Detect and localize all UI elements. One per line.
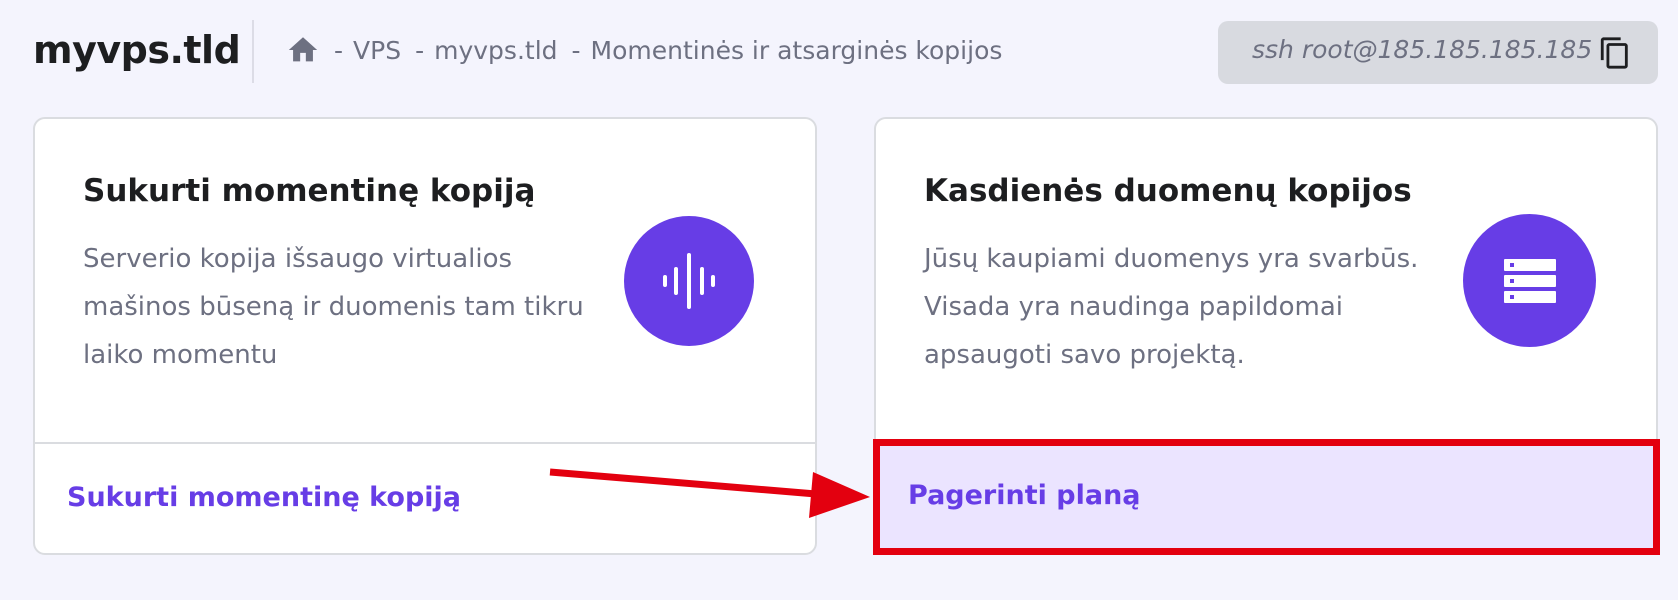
breadcrumb: - VPS - myvps.tld - Momentinės ir atsarg…	[286, 30, 1002, 70]
daily-backups-card: Kasdienės duomenų kopijos Jūsų kaupiami …	[874, 117, 1658, 555]
card-description: Jūsų kaupiami duomenys yra svarbūs. Visa…	[924, 244, 1419, 370]
server-hostname: myvps.tld	[33, 28, 241, 72]
breadcrumb-item-host[interactable]: myvps.tld	[434, 36, 557, 65]
create-snapshot-card: Sukurti momentinę kopiją Serverio kopija…	[33, 117, 817, 555]
card-title: Sukurti momentinę kopiją	[83, 173, 536, 209]
breadcrumb-separator: -	[571, 35, 581, 65]
breadcrumb-item-vps[interactable]: VPS	[353, 36, 401, 65]
home-icon[interactable]	[286, 33, 320, 67]
header-divider	[252, 20, 254, 83]
breadcrumb-item-current: Momentinės ir atsarginės kopijos	[590, 35, 1003, 65]
breadcrumb-separator: -	[334, 35, 344, 65]
card-footer: Sukurti momentinę kopiją	[35, 442, 815, 553]
soundwave-icon	[624, 216, 754, 346]
card-description: Serverio kopija išsaugo virtualios mašin…	[83, 244, 584, 370]
copy-icon[interactable]	[1598, 36, 1632, 70]
upgrade-plan-button[interactable]: Pagerinti planą	[908, 480, 1141, 511]
create-snapshot-button[interactable]: Sukurti momentinę kopiją	[67, 482, 461, 513]
card-footer: Pagerinti planą	[876, 442, 1656, 553]
top-bar: myvps.tld - VPS - myvps.tld - Momentinės…	[0, 0, 1678, 104]
card-title: Kasdienės duomenų kopijos	[924, 173, 1412, 209]
server-icon	[1463, 214, 1596, 347]
breadcrumb-separator: -	[415, 35, 425, 65]
ssh-command-box: ssh root@185.185.185.185	[1218, 21, 1658, 84]
ssh-command-text: ssh root@185.185.185.185	[1252, 35, 1593, 64]
